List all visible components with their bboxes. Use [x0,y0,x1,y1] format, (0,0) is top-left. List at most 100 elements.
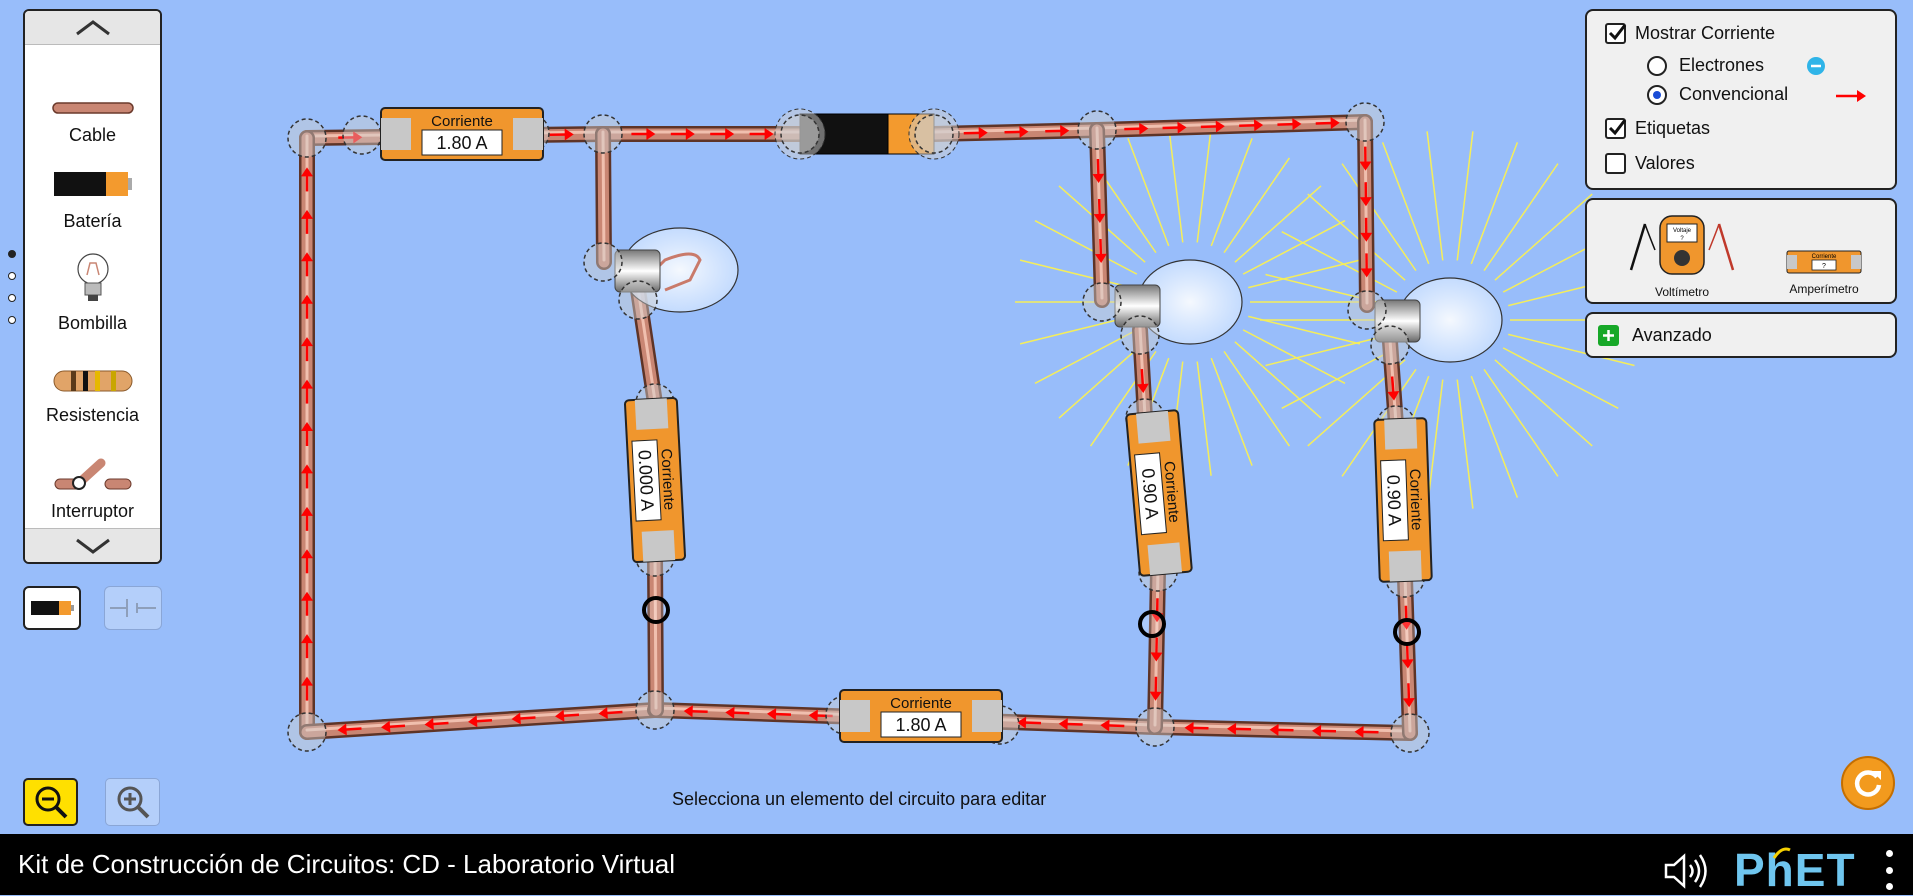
light-ray [1235,342,1321,418]
electrons-radio[interactable]: Electrones [1647,55,1764,76]
light-ray [1427,131,1443,260]
light-ray [1211,358,1252,466]
show-current-checkbox[interactable]: Mostrar Corriente [1605,23,1775,44]
radio-selected-icon [1647,85,1667,105]
selection-hint: Selecciona un elemento del circuito para… [672,789,1046,810]
phet-logo-text: PhET [1734,844,1856,896]
vertex-handle[interactable] [1348,291,1386,329]
vertex-handle[interactable] [343,116,381,154]
light-ray [1308,194,1405,280]
vertex-handle[interactable] [288,713,326,751]
light-ray [1224,351,1289,446]
vertex-handle[interactable] [619,281,657,319]
ammeter-title: Corriente [431,113,493,130]
reset-all-button[interactable] [1841,756,1895,810]
light-ray [1020,260,1132,288]
vertex-handle[interactable] [636,691,674,729]
kebab-dot [1886,867,1893,874]
vertex-handle[interactable] [1136,708,1174,746]
ammeter-title: Corriente [890,695,952,712]
light-ray [1471,376,1517,498]
ammeter-value: 1.80 A [895,715,946,735]
light-ray [1484,164,1558,271]
checkbox-unchecked-icon [1605,153,1626,174]
junctions [288,103,1429,752]
radio-icon [1647,56,1667,76]
light-ray [1235,186,1321,262]
light-ray [1035,221,1137,274]
vertex-handle[interactable] [584,243,622,281]
zoom-out-icon [33,784,69,820]
switch-pivots [644,598,1419,644]
voltmeter-tool[interactable]: Voltaje ? Voltímetro [1627,210,1737,300]
voltmeter-icon: Voltaje ? [1627,210,1737,280]
checkbox-checked-icon [1605,23,1626,44]
reset-icon [1850,765,1886,801]
kebab-dot [1886,850,1893,857]
vertex-handle[interactable] [1346,103,1384,141]
conventional-radio[interactable]: Convencional [1647,84,1788,105]
sim-title: Kit de Construcción de Circuitos: CD - L… [18,849,675,880]
arrow-right-icon [1835,88,1867,104]
light-ray [1457,380,1473,509]
options-menu-button[interactable] [1882,850,1896,890]
ammeter-value: 0.000 A [634,449,657,511]
values-checkbox[interactable]: Valores [1605,153,1695,174]
sound-toggle-button[interactable] [1664,851,1710,896]
checkbox-checked-icon [1605,118,1626,139]
wire-highlight [655,555,656,708]
labels-label: Etiquetas [1635,118,1710,139]
light-ray [1224,158,1289,253]
expand-plus-icon[interactable] [1598,325,1619,346]
ammeter-tool[interactable]: Corriente ? Amperímetro [1769,250,1879,300]
light-ray [1197,362,1211,476]
electrons-label: Electrones [1679,55,1764,76]
ammeter-right[interactable]: Corriente 0.90 A [1374,418,1432,582]
vertex-handle[interactable] [1371,326,1409,364]
zoom-in-icon [115,784,151,820]
vertex-handle[interactable] [584,115,622,153]
advanced-label: Avanzado [1632,325,1712,346]
light-ray [1471,142,1517,264]
phet-logo-swoosh [1772,846,1792,860]
speaker-icon [1664,851,1710,891]
zoom-in-button[interactable] [105,778,160,826]
ammeter-top[interactable]: Corriente 1.80 A [381,108,543,160]
wires [307,120,1410,733]
zoom-out-button[interactable] [23,778,78,826]
labels-checkbox[interactable]: Etiquetas [1605,118,1710,139]
ammeter-tool-screen-label: Corriente [1812,254,1837,260]
voltmeter-label: Voltímetro [1627,285,1737,299]
light-ray [1243,221,1345,274]
light-ray [1495,194,1592,280]
vertex-handle[interactable] [781,115,819,153]
show-current-label: Mostrar Corriente [1635,23,1775,44]
light-ray [1342,164,1416,271]
ammeter-bottom[interactable]: Corriente 1.80 A [840,690,1002,742]
ammeter-middle[interactable]: Corriente 0.90 A [1126,410,1192,576]
ammeter-icon: Corriente ? [1786,250,1862,274]
light-ray [1243,330,1345,383]
advanced-panel[interactable]: Avanzado [1585,312,1897,358]
vertex-handle[interactable] [915,115,953,153]
vertex-handle[interactable] [288,119,326,157]
current-arrows [301,117,1415,738]
light-ray [1484,369,1558,476]
values-label: Valores [1635,153,1695,174]
ammeter-tool-screen-value: ? [1822,263,1826,270]
light-ray [1457,131,1473,260]
vertex-handle[interactable] [1121,316,1159,354]
phet-logo[interactable]: PhET [1734,846,1874,894]
ammeter-left[interactable]: Corriente 0.000 A [625,398,685,562]
voltmeter-screen-label: Voltaje [1673,228,1692,234]
kebab-dot [1886,883,1893,890]
vertex-handle[interactable] [1078,111,1116,149]
ammeter-title: Corriente [1406,468,1425,530]
ammeter-tool-label: Amperímetro [1769,282,1879,296]
vertex-handle[interactable] [1083,283,1121,321]
light-ray [1197,128,1211,242]
vertex-handle[interactable] [1391,714,1429,752]
light-ray [1211,138,1252,246]
light-ray [1169,128,1183,242]
light-ray [1383,142,1429,264]
